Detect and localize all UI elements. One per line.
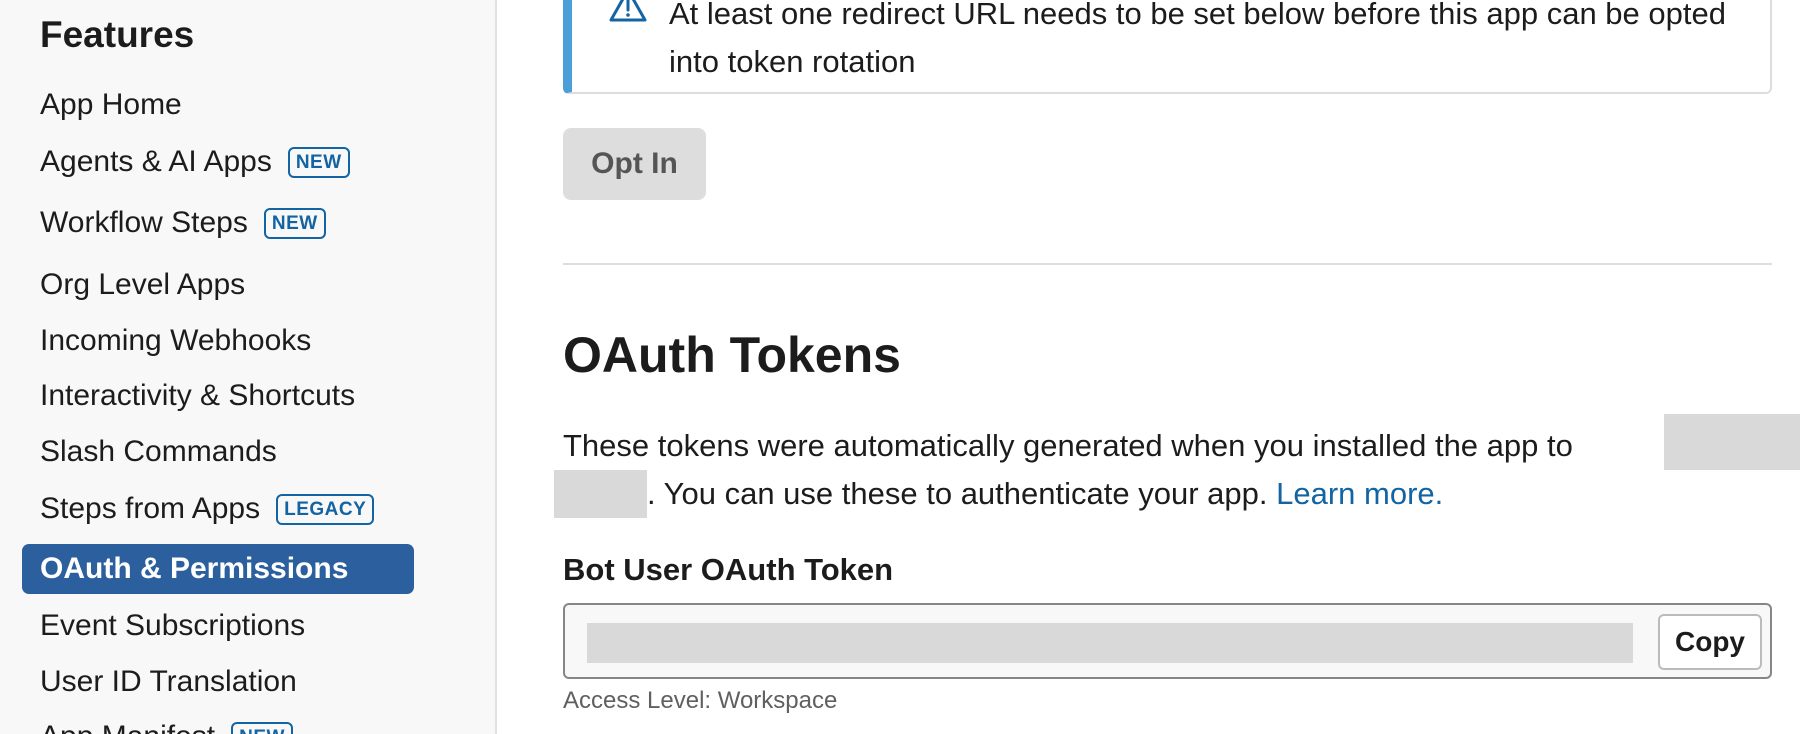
sidebar-item-label: App Manifest	[40, 720, 215, 734]
sidebar-item-steps-from-apps[interactable]: Steps from Apps LEGACY	[22, 484, 414, 534]
redacted-workspace-name	[1664, 414, 1800, 470]
copy-button[interactable]: Copy	[1658, 614, 1762, 670]
page-title: OAuth Tokens	[563, 327, 901, 383]
learn-more-link[interactable]: Learn more.	[1276, 476, 1443, 511]
warning-icon	[608, 0, 648, 26]
sidebar-item-label: Incoming Webhooks	[40, 324, 312, 357]
sidebar-item-label: App Home	[40, 88, 182, 121]
sidebar-item-label: Event Subscriptions	[40, 609, 306, 642]
legacy-badge: LEGACY	[276, 493, 375, 525]
redacted-token-value	[587, 623, 1633, 663]
sidebar-item-label: Agents & AI Apps	[40, 145, 272, 178]
sidebar-item-label: Interactivity & Shortcuts	[40, 379, 356, 412]
new-badge: NEW	[287, 146, 350, 178]
sidebar-item-label: Steps from Apps	[40, 492, 261, 525]
sidebar-item-event-subscriptions[interactable]: Event Subscriptions	[22, 601, 414, 651]
sidebar-item-interactivity-shortcuts[interactable]: Interactivity & Shortcuts	[22, 371, 414, 421]
sidebar-item-user-id-translation[interactable]: User ID Translation	[22, 657, 414, 707]
new-badge: NEW	[231, 721, 293, 734]
sidebar-item-incoming-webhooks[interactable]: Incoming Webhooks	[22, 316, 414, 366]
sidebar-item-org-level-apps[interactable]: Org Level Apps	[22, 260, 414, 310]
bot-token-field[interactable]: Copy	[563, 603, 1772, 679]
description-text: These tokens were automatically generate…	[563, 428, 1573, 463]
sidebar: Features App Home Agents & AI Apps NEW W…	[0, 0, 497, 734]
sidebar-item-label: Org Level Apps	[40, 268, 246, 301]
sidebar-item-label: OAuth & Permissions	[40, 552, 349, 585]
sidebar-heading: Features	[40, 14, 195, 55]
main-content: At least one redirect URL needs to be se…	[499, 0, 1800, 734]
sidebar-item-oauth-permissions[interactable]: OAuth & Permissions	[22, 544, 414, 594]
description-text-continued: . You can use these to authenticate your…	[647, 470, 1443, 518]
token-rotation-alert: At least one redirect URL needs to be se…	[563, 0, 1772, 94]
sidebar-item-label: Workflow Steps	[40, 206, 248, 239]
sidebar-item-app-home[interactable]: App Home	[22, 80, 414, 130]
sidebar-item-slash-commands[interactable]: Slash Commands	[22, 427, 414, 477]
sidebar-item-workflow-steps[interactable]: Workflow Steps NEW	[22, 198, 414, 248]
sidebar-item-agents-ai-apps[interactable]: Agents & AI Apps NEW	[22, 137, 414, 187]
alert-message: At least one redirect URL needs to be se…	[669, 0, 1726, 79]
bot-token-label: Bot User OAuth Token	[563, 552, 894, 587]
sidebar-item-label: User ID Translation	[40, 665, 297, 698]
sidebar-item-app-manifest[interactable]: App Manifest NEW	[22, 712, 414, 734]
opt-in-button[interactable]: Opt In	[563, 128, 706, 200]
divider	[563, 263, 1772, 265]
redacted-workspace-name-continued	[554, 470, 647, 518]
new-badge: NEW	[263, 207, 326, 239]
description-text-part2: . You can use these to authenticate your…	[647, 476, 1268, 511]
sidebar-item-label: Slash Commands	[40, 435, 277, 468]
access-level-text: Access Level: Workspace	[563, 687, 838, 714]
